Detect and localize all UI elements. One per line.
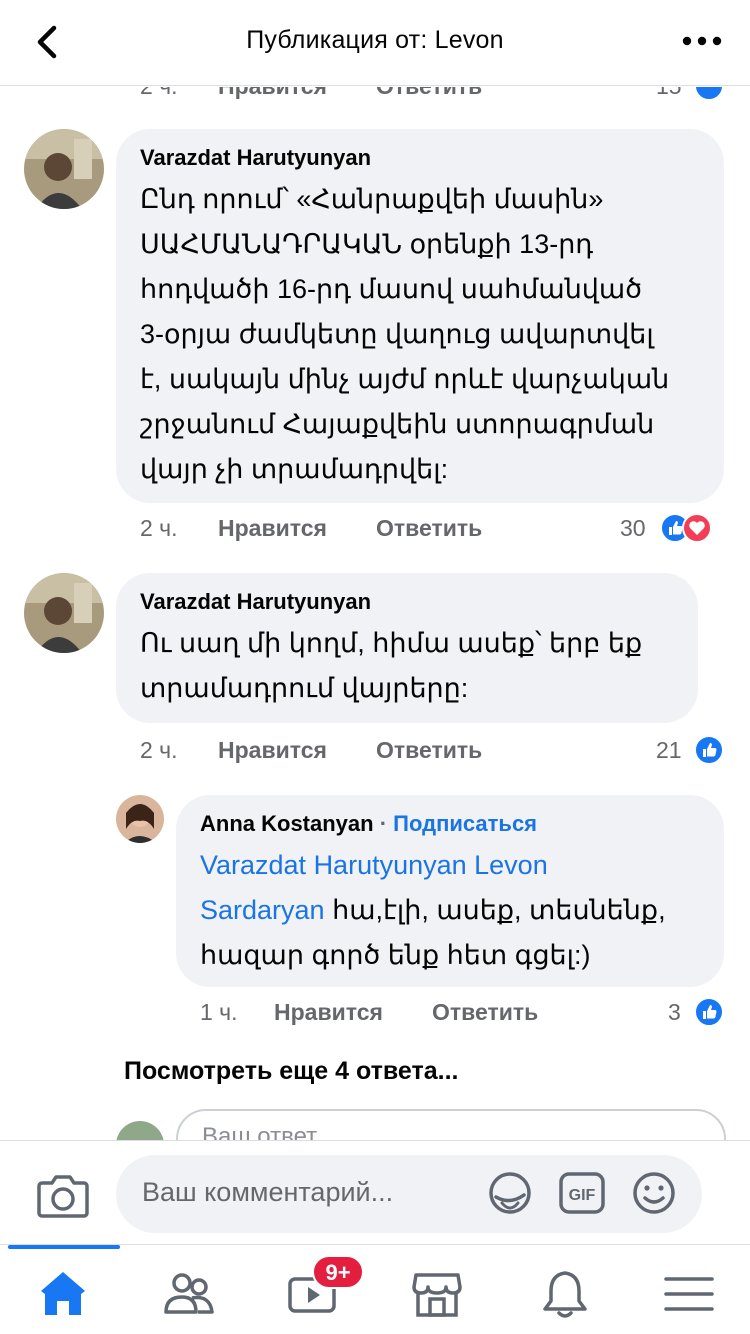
reaction-count[interactable]: 15 — [656, 87, 682, 100]
comment-bubble[interactable]: Varazdat Harutyunyan Ընդ որում՝ «Հանրաքվ… — [116, 129, 724, 503]
reply-button[interactable]: Ответить — [376, 87, 482, 100]
avatar[interactable] — [24, 129, 104, 209]
active-tab-indicator — [8, 1245, 120, 1249]
more-options-icon[interactable] — [680, 26, 724, 56]
reply-button[interactable]: Ответить — [376, 737, 482, 764]
user-avatar-image — [116, 795, 164, 843]
comment-actions-partial: 2 ч. Нравится Ответить 15 — [140, 87, 730, 103]
reply-button[interactable]: Ответить — [432, 999, 538, 1026]
comment-author[interactable]: Varazdat Harutyunyan — [140, 145, 702, 171]
reply-placeholder: Ваш ответ... — [202, 1123, 335, 1140]
avatar[interactable] — [24, 573, 104, 653]
comment-time: 2 ч. — [140, 87, 178, 100]
reply-time: 1 ч. — [200, 999, 238, 1025]
like-reaction-icon — [694, 735, 724, 765]
user-avatar-image — [24, 573, 104, 653]
comment-text: Ընդ որում՝ «Հանրաքվեի մասին» ՍԱՀՄԱՆԱԴՐԱԿ… — [140, 177, 702, 492]
comment-actions: 2 ч. Нравится Ответить 21 — [140, 733, 730, 767]
home-icon[interactable] — [36, 1267, 90, 1321]
comment-bubble[interactable]: Varazdat Harutyunyan Ու սաղ մի կողմ, հիմ… — [116, 573, 698, 723]
love-reaction-icon — [682, 513, 712, 543]
comment-line: տրամադրում վայրերը: — [140, 673, 469, 703]
comment-line: շրջանում Հայաքվեին ստորագրման — [140, 409, 655, 439]
comment-line: Ընդ որում՝ «Հանրաքվեի մասին» — [140, 184, 604, 214]
comment-line: ՍԱՀՄԱՆԱԴՐԱԿԱՆ օրենքի 13-րդ — [140, 229, 594, 259]
current-user-avatar-image — [116, 1121, 164, 1140]
emoji-icon[interactable] — [630, 1169, 678, 1217]
avatar-sticker-icon[interactable] — [486, 1169, 534, 1217]
like-button[interactable]: Нравится — [218, 737, 327, 764]
like-button[interactable]: Нравится — [274, 999, 383, 1026]
marketplace-icon[interactable] — [410, 1267, 464, 1321]
avatar[interactable] — [116, 795, 164, 843]
reply-input[interactable]: Ваш ответ... — [176, 1109, 726, 1140]
svg-text:GIF: GIF — [569, 1187, 596, 1204]
comment-composer: Ваш комментарий... GIF — [0, 1140, 750, 1244]
follow-button[interactable]: Подписаться — [393, 811, 537, 836]
comment-line: վայր չի տրամադրվել: — [140, 454, 449, 484]
comment-actions: 2 ч. Нравится Ответить 30 — [140, 511, 730, 545]
reply-button[interactable]: Ответить — [376, 515, 482, 542]
like-button[interactable]: Нравится — [218, 515, 327, 542]
comments-feed[interactable]: 2 ч. Нравится Ответить 15 Varazdat Harut… — [0, 87, 750, 1140]
comment-line: 3-օրյա ժամկետը վաղուց ավարտվել — [140, 319, 654, 349]
comment-time: 2 ч. — [140, 515, 178, 541]
comment-time: 2 ч. — [140, 737, 178, 763]
avatar — [116, 1121, 164, 1140]
comment-author[interactable]: Varazdat Harutyunyan — [140, 589, 676, 615]
view-more-replies-link[interactable]: Посмотреть еще 4 ответа... — [124, 1057, 458, 1086]
watch-notification-badge: 9+ — [312, 1255, 364, 1289]
notifications-icon[interactable] — [538, 1267, 592, 1321]
comment-input[interactable]: Ваш комментарий... GIF — [116, 1155, 702, 1233]
separator: · — [379, 811, 388, 836]
comment-line: Ու սաղ մի կողմ, հիմա ասեք՝ երբ եք — [140, 628, 643, 658]
mention-link[interactable]: Sardaryan — [200, 895, 325, 925]
comment-placeholder: Ваш комментарий... — [142, 1177, 394, 1207]
gif-icon[interactable]: GIF — [558, 1169, 606, 1217]
reply-text: Varazdat Harutyunyan Levon Sardaryan հա,… — [200, 843, 704, 978]
top-bar: Публикация от: Levon — [0, 0, 750, 86]
reaction-count[interactable]: 3 — [668, 999, 681, 1026]
reply-actions: 1 ч. Нравится Ответить 3 — [200, 995, 730, 1029]
reply-line: հա,էլի, ասեք, տեսնենք, — [324, 895, 666, 925]
reaction-count[interactable]: 30 — [620, 515, 646, 542]
reaction-count[interactable]: 21 — [656, 737, 682, 764]
reply-author-line: Anna Kostanyan · Подписаться — [200, 811, 704, 837]
comment-text: Ու սաղ մի կողմ, հիմա ասեք՝ երբ եք տրամադ… — [140, 621, 676, 711]
like-reaction-icon — [694, 997, 724, 1027]
reply-bubble[interactable]: Anna Kostanyan · Подписаться Varazdat Ha… — [176, 795, 724, 987]
like-button[interactable]: Нравится — [218, 87, 327, 100]
mention-link[interactable]: Varazdat Harutyunyan Levon — [200, 850, 548, 880]
comment-line: է, սակայն մինչ այժմ որևէ վարչական — [140, 364, 670, 394]
page-title: Публикация от: Levon — [246, 26, 504, 54]
user-avatar-image — [24, 129, 104, 209]
menu-icon[interactable] — [662, 1267, 716, 1321]
comment-line: հոդվածի 16-րդ մասով սահմանված — [140, 274, 643, 304]
bottom-navigation: 9+ — [0, 1244, 750, 1334]
camera-icon[interactable] — [36, 1171, 90, 1219]
like-reaction-icon — [694, 87, 724, 101]
reply-author[interactable]: Anna Kostanyan — [200, 811, 374, 836]
reply-line: հազար գործ ենք հետ գցել:) — [200, 940, 591, 970]
friends-icon[interactable] — [162, 1267, 216, 1321]
